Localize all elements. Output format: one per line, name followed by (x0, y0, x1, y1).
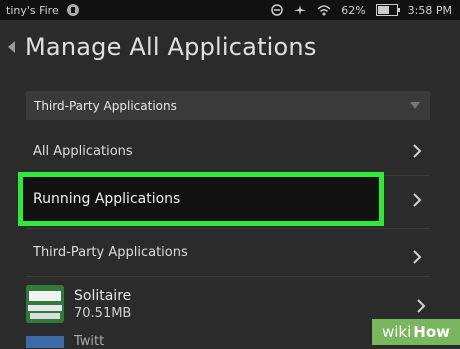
notification-icon (66, 4, 79, 16)
watermark-text-bold: How (413, 323, 450, 341)
dropdown-selected-value: Third-Party Applications (34, 98, 177, 113)
chevron-right-icon (417, 299, 426, 313)
app-filter-dropdown[interactable]: Third-Party Applications (26, 91, 430, 120)
app-name: Twitt (74, 334, 105, 349)
status-bar: tiny's Fire 62% 3:58 PM (0, 0, 460, 20)
dropdown-caret-icon (410, 102, 420, 109)
divider (26, 276, 430, 277)
chevron-right-icon (413, 250, 422, 264)
airplane-icon (293, 4, 307, 16)
back-arrow-icon[interactable] (8, 41, 15, 53)
menu-item-running-applications[interactable]: Running Applications (18, 172, 384, 226)
battery-percent: 62% (341, 3, 366, 17)
solitaire-app-icon (26, 285, 64, 323)
watermark-text: wiki (381, 323, 412, 341)
device-name: tiny's Fire (6, 3, 59, 17)
menu-item-all-applications[interactable]: All Applications (18, 127, 434, 175)
do-not-disturb-icon (271, 4, 283, 16)
twitter-app-icon (26, 336, 64, 348)
menu-item-label: Third-Party Applications (33, 244, 188, 260)
status-icons: 62% 3:58 PM (271, 0, 452, 20)
app-name: Solitaire (74, 288, 132, 304)
wifi-icon (317, 4, 331, 16)
page-title: Manage All Applications (25, 33, 317, 61)
chevron-right-icon (413, 193, 422, 207)
app-size: 70.51MB (74, 306, 132, 321)
battery-icon (375, 4, 400, 16)
chevron-right-icon (413, 144, 422, 158)
wikihow-watermark: wiki How (372, 319, 460, 345)
menu-item-label: Running Applications (33, 191, 181, 207)
header: Manage All Applications (0, 28, 460, 66)
menu-item-label: All Applications (33, 143, 133, 159)
clock: 3:58 PM (407, 3, 452, 17)
menu-item-third-party-applications[interactable]: Third-Party Applications (18, 228, 434, 276)
